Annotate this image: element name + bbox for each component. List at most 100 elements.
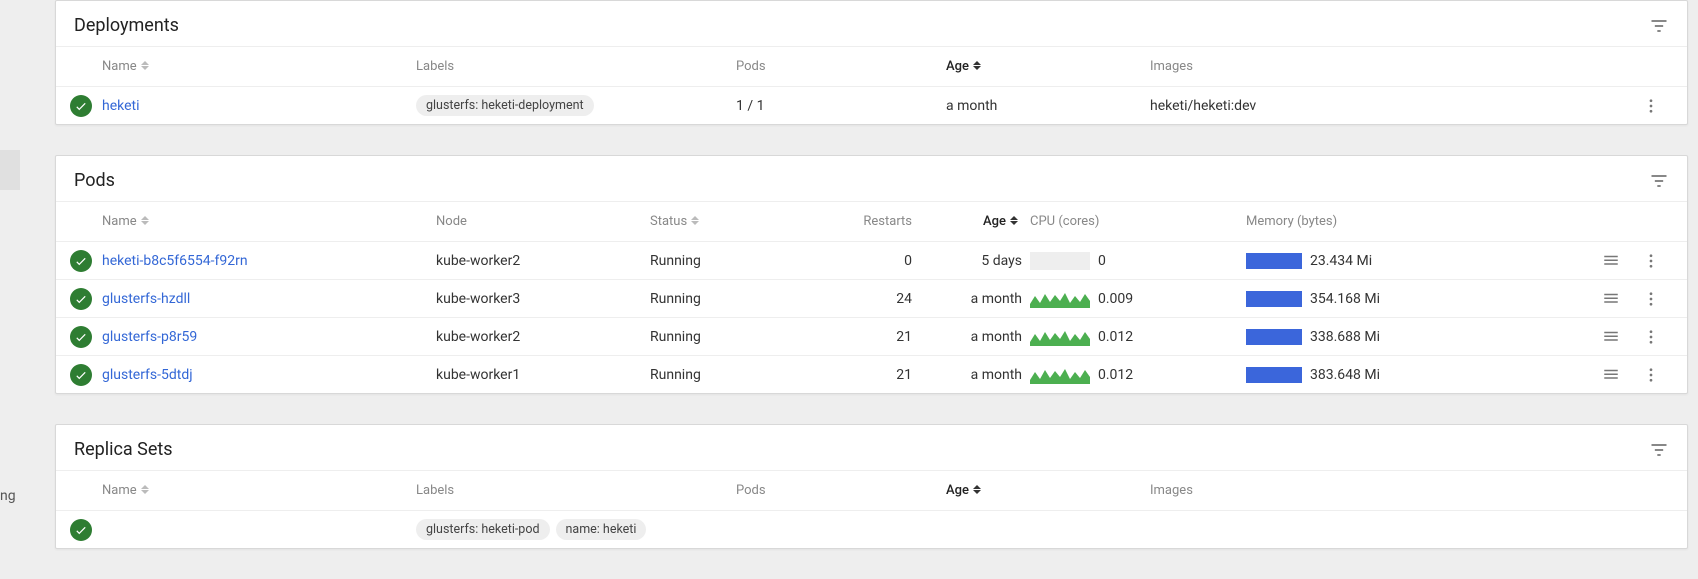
- th-labels[interactable]: Labels: [416, 483, 454, 498]
- cpu-sparkline: [1030, 328, 1090, 346]
- age-value: a month: [971, 291, 1022, 307]
- replicasets-header-row: Name Labels Pods Age Images: [56, 470, 1687, 510]
- th-images[interactable]: Images: [1150, 483, 1193, 498]
- cpu-value: 0.009: [1098, 291, 1133, 307]
- table-row: glusterfs-hzdllkube-worker3Running24a mo…: [56, 279, 1687, 317]
- table-row: glusterfs: heketi-pod name: heketi: [56, 510, 1687, 548]
- status-value: Running: [650, 329, 701, 345]
- pod-name-link[interactable]: glusterfs-p8r59: [102, 329, 197, 345]
- row-menu-icon[interactable]: [1635, 97, 1675, 115]
- sort-icon: [1010, 216, 1022, 228]
- cpu-sparkline: [1030, 366, 1090, 384]
- table-row: heketi-b8c5f6554-f92rn kube-worker2 Runnin…: [56, 241, 1687, 279]
- table-row: heketi glusterfs: heketi-deployment 1 / …: [56, 86, 1687, 124]
- restarts-value: 21: [896, 367, 912, 383]
- filter-icon[interactable]: [1649, 16, 1669, 36]
- pod-name-link[interactable]: glusterfs-5dtdj: [102, 367, 193, 383]
- sort-icon: [691, 216, 703, 228]
- memory-bar: [1246, 253, 1302, 269]
- deployments-title: Deployments: [74, 15, 179, 36]
- th-memory[interactable]: Memory (bytes): [1246, 214, 1337, 229]
- th-pods[interactable]: Pods: [736, 483, 766, 498]
- th-name[interactable]: Name: [102, 59, 153, 74]
- status-value: Running: [650, 291, 701, 307]
- th-cpu[interactable]: CPU (cores): [1030, 214, 1099, 229]
- status-ok-icon: [70, 519, 92, 541]
- th-age[interactable]: Age: [946, 59, 985, 74]
- th-age[interactable]: Age: [983, 214, 1022, 229]
- age-value: 5 days: [981, 253, 1022, 269]
- deployment-name-link[interactable]: heketi: [102, 98, 140, 114]
- logs-icon[interactable]: [1595, 290, 1635, 308]
- memory-value: 383.648 Mi: [1310, 367, 1380, 383]
- th-age[interactable]: Age: [946, 483, 985, 498]
- filter-icon[interactable]: [1649, 440, 1669, 460]
- memory-bar: [1246, 329, 1302, 345]
- th-name[interactable]: Name: [102, 214, 153, 229]
- table-row: glusterfs-5dtdj kube-worker1 Running 21 a mo…: [56, 355, 1687, 393]
- cpu-value: 0.012: [1098, 329, 1133, 345]
- th-labels[interactable]: Labels: [416, 59, 454, 74]
- memory-value: 354.168 Mi: [1310, 291, 1380, 307]
- pod-name-link[interactable]: glusterfs-hzdll: [102, 291, 190, 307]
- cpu-sparkline: [1030, 290, 1090, 308]
- logs-icon[interactable]: [1595, 328, 1635, 346]
- row-menu-icon[interactable]: [1635, 252, 1675, 270]
- deployments-card: Deployments Name Labels Pods Age Images …: [55, 0, 1688, 125]
- sidebar-edge: [0, 150, 20, 190]
- cpu-value: 0: [1098, 253, 1106, 269]
- cpu-sparkline: [1030, 252, 1090, 270]
- cpu-value: 0.012: [1098, 367, 1133, 383]
- memory-bar: [1246, 367, 1302, 383]
- status-ok-icon: [70, 95, 92, 117]
- pod-name-link[interactable]: heketi-b8c5f6554-f92rn: [102, 253, 248, 269]
- age-value: a month: [971, 367, 1022, 383]
- sort-icon: [141, 216, 153, 228]
- row-menu-icon[interactable]: [1635, 328, 1675, 346]
- replicasets-title: Replica Sets: [74, 439, 173, 460]
- status-ok-icon: [70, 364, 92, 386]
- node-value: kube-worker2: [436, 329, 520, 345]
- table-row: glusterfs-p8r59 kube-worker2 Running 21 a mo…: [56, 317, 1687, 355]
- th-pods[interactable]: Pods: [736, 59, 766, 74]
- sort-icon: [141, 485, 153, 497]
- pods-count: 1 / 1: [736, 98, 764, 114]
- node-value: kube-worker1: [436, 367, 520, 383]
- row-menu-icon[interactable]: [1635, 366, 1675, 384]
- logs-icon[interactable]: [1595, 252, 1635, 270]
- th-name[interactable]: Name: [102, 483, 153, 498]
- sort-icon: [973, 485, 985, 497]
- memory-value: 23.434 Mi: [1310, 253, 1372, 269]
- deployments-header-row: Name Labels Pods Age Images: [56, 46, 1687, 86]
- sort-icon: [141, 61, 153, 73]
- images-value: heketi/heketi:dev: [1150, 98, 1256, 114]
- sort-icon: [973, 61, 985, 73]
- pods-header-row: Name Node Status Restarts Age CPU (cores…: [56, 201, 1687, 241]
- logs-icon[interactable]: [1595, 366, 1635, 384]
- memory-value: 338.688 Mi: [1310, 329, 1380, 345]
- th-status[interactable]: Status: [650, 214, 703, 229]
- label-chip: name: heketi: [556, 519, 647, 540]
- truncated-text: ng: [0, 488, 16, 504]
- row-menu-icon[interactable]: [1635, 290, 1675, 308]
- status-value: Running: [650, 253, 701, 269]
- status-value: Running: [650, 367, 701, 383]
- restarts-value: 24: [896, 291, 912, 307]
- replicasets-card: Replica Sets Name Labels Pods Age Images…: [55, 424, 1688, 549]
- node-value: kube-worker2: [436, 253, 520, 269]
- status-ok-icon: [70, 326, 92, 348]
- filter-icon[interactable]: [1649, 171, 1669, 191]
- pods-title: Pods: [74, 170, 115, 191]
- label-chip: glusterfs: heketi-deployment: [416, 95, 594, 116]
- pods-card: Pods Name Node Status Restarts Age CPU (…: [55, 155, 1688, 394]
- th-restarts[interactable]: Restarts: [863, 214, 912, 229]
- th-images[interactable]: Images: [1150, 59, 1193, 74]
- memory-bar: [1246, 291, 1302, 307]
- status-ok-icon: [70, 288, 92, 310]
- age-value: a month: [946, 98, 997, 114]
- status-ok-icon: [70, 250, 92, 272]
- age-value: a month: [971, 329, 1022, 345]
- restarts-value: 21: [896, 329, 912, 345]
- th-node[interactable]: Node: [436, 214, 467, 229]
- label-chip: glusterfs: heketi-pod: [416, 519, 550, 540]
